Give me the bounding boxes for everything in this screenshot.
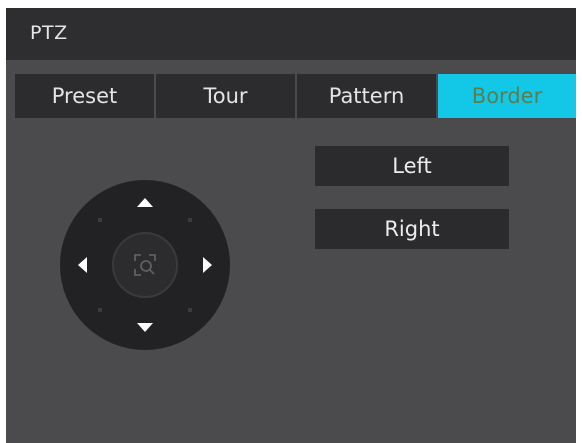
diagonal-down-left-marker[interactable] [98, 308, 102, 312]
arrow-up-icon[interactable] [136, 197, 154, 209]
tab-border[interactable]: Border [438, 74, 576, 118]
arrow-right-icon[interactable] [201, 256, 213, 274]
ptz-panel: PTZ Preset Tour Pattern Border Left Righ… [6, 8, 576, 443]
border-tab-content: Left Right [15, 120, 567, 443]
arrow-down-icon[interactable] [136, 321, 154, 333]
diagonal-up-left-marker[interactable] [98, 218, 102, 222]
title-divider [6, 60, 576, 70]
direction-pad [60, 180, 230, 350]
title-bar: PTZ [6, 8, 576, 60]
tab-bar: Preset Tour Pattern Border [15, 74, 576, 118]
tab-tour[interactable]: Tour [156, 74, 297, 118]
arrow-left-icon[interactable] [77, 256, 89, 274]
zoom-area-icon [134, 254, 156, 276]
right-border-button[interactable]: Right [315, 209, 509, 249]
tab-pattern[interactable]: Pattern [297, 74, 438, 118]
left-border-button[interactable]: Left [315, 146, 509, 186]
window-title: PTZ [30, 22, 68, 44]
diagonal-up-right-marker[interactable] [188, 218, 192, 222]
tab-preset[interactable]: Preset [15, 74, 156, 118]
diagonal-down-right-marker[interactable] [188, 308, 192, 312]
center-button[interactable] [112, 232, 178, 298]
